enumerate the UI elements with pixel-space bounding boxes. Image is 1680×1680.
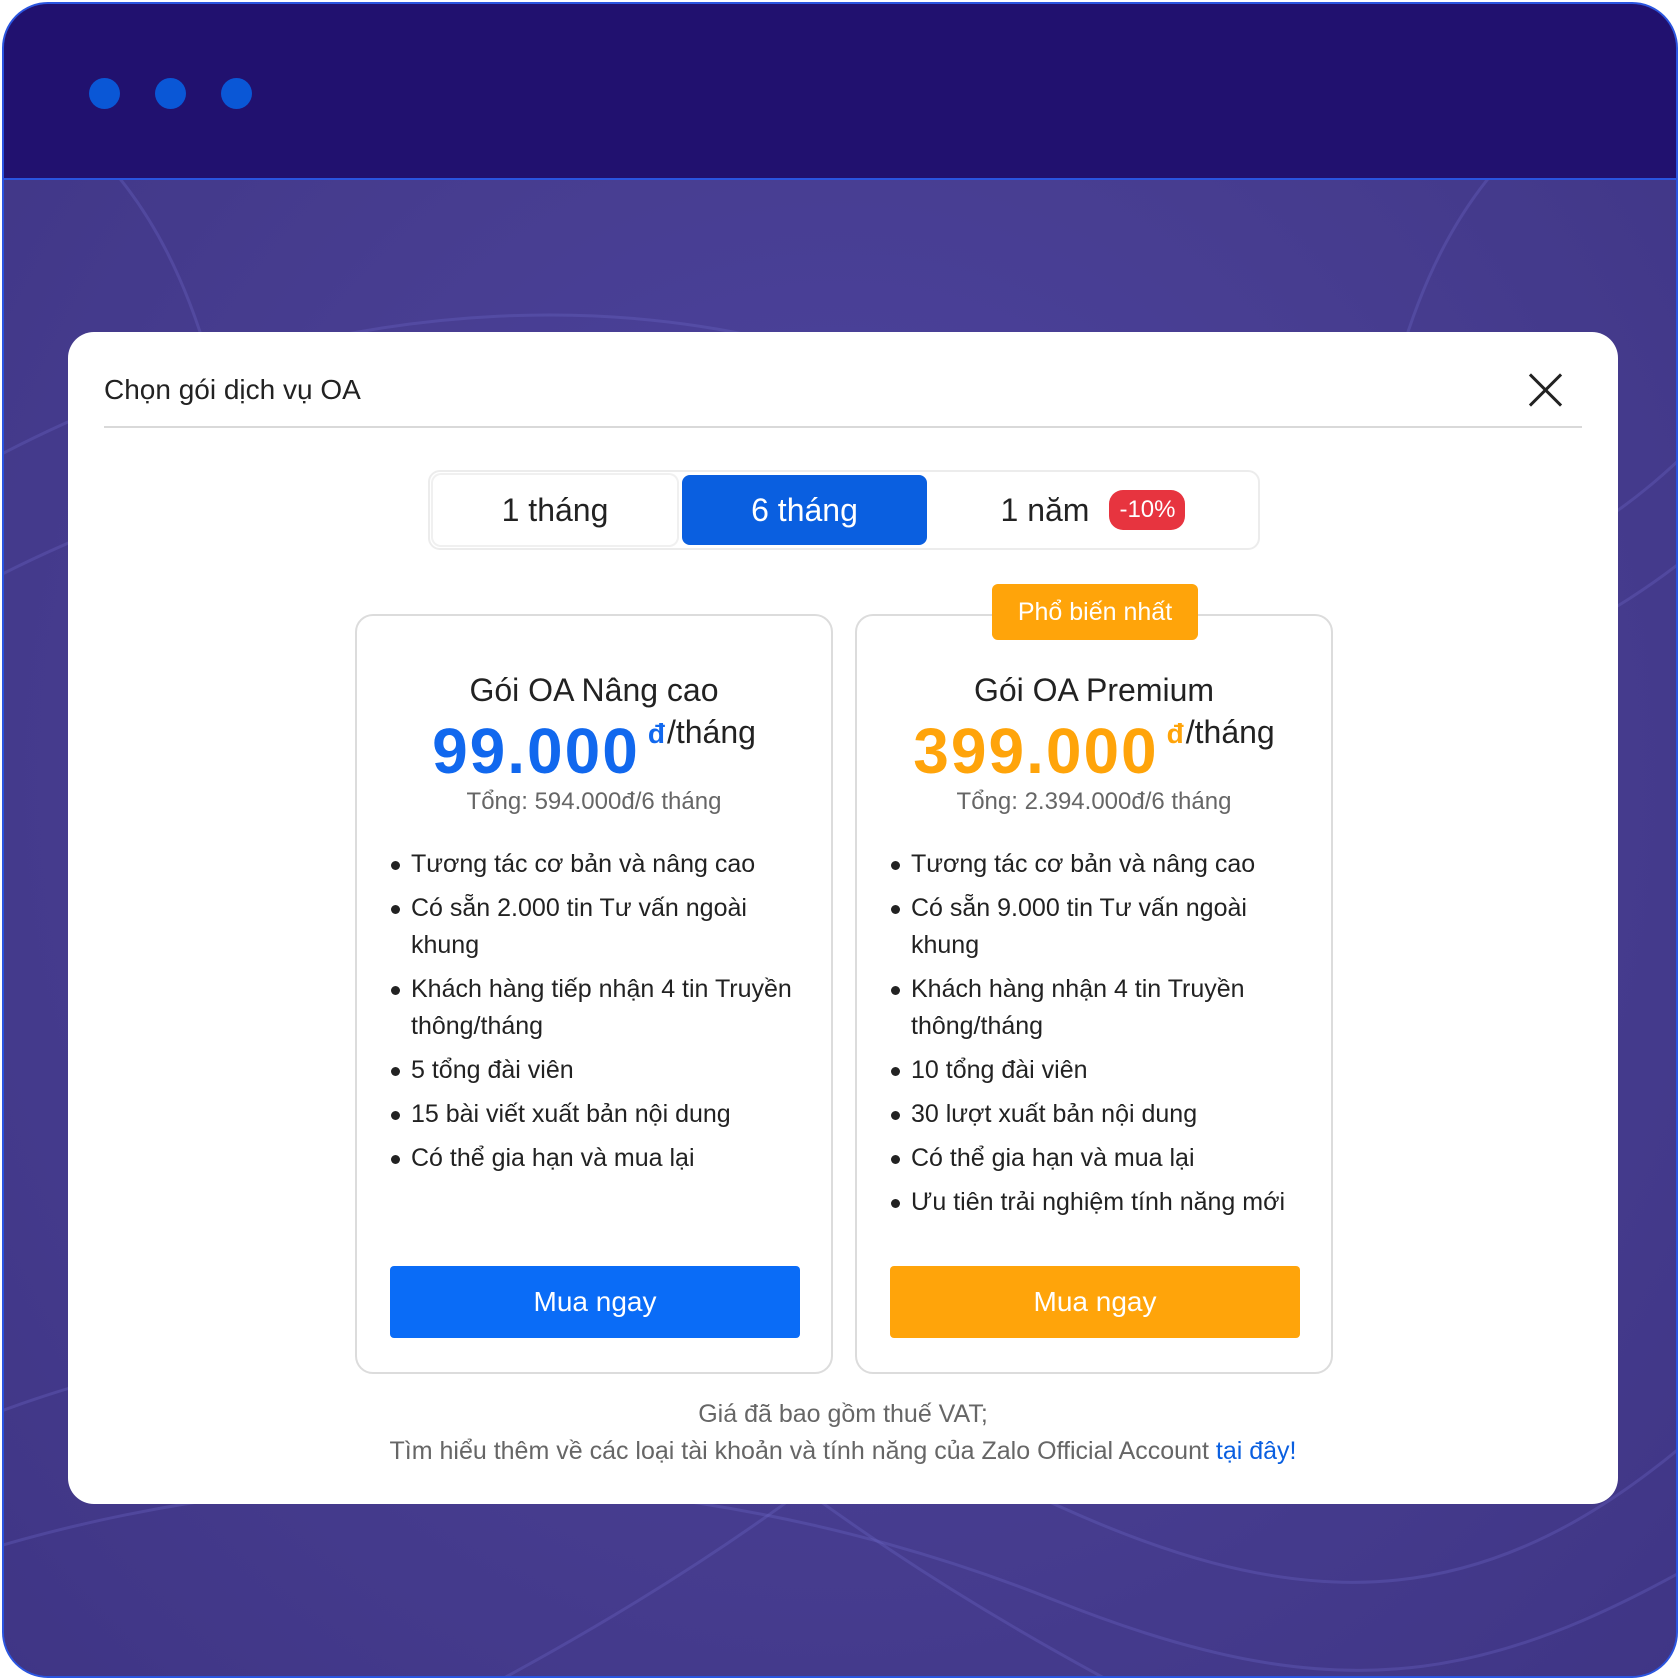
- window-dot-icon[interactable]: [221, 78, 252, 109]
- feature-item: Có thể gia hạn và mua lại: [389, 1140, 811, 1177]
- plan-price: 399.000: [913, 715, 1159, 787]
- tab-label: 1 tháng: [501, 491, 609, 528]
- window-dot-icon[interactable]: [89, 78, 120, 109]
- feature-item: Khách hàng nhận 4 tin Truyền thông/tháng: [889, 971, 1311, 1045]
- plan-card-advanced: Gói OA Nâng cao 99.000 đ /tháng Tổng: 59…: [355, 614, 833, 1374]
- feature-item: Tương tác cơ bản và nâng cao: [889, 846, 1311, 883]
- feature-item: 10 tổng đài viên: [889, 1052, 1311, 1089]
- plan-name: Gói OA Nâng cao: [469, 672, 719, 708]
- feature-list: Tương tác cơ bản và nâng cao Có sẵn 9.00…: [889, 846, 1311, 1228]
- currency-symbol: đ: [647, 718, 665, 749]
- tab-6-months[interactable]: 6 tháng: [682, 475, 927, 545]
- feature-item: Khách hàng tiếp nhận 4 tin Truyền thông/…: [389, 971, 811, 1045]
- plan-card-premium: Phổ biến nhất Gói OA Premium 399.000 đ /…: [855, 584, 1333, 1374]
- window-titlebar: [4, 4, 1676, 180]
- window-dot-icon[interactable]: [155, 78, 186, 109]
- plan-price: 99.000: [432, 715, 640, 787]
- feature-item: 15 bài viết xuất bản nội dung: [389, 1096, 811, 1133]
- most-popular-badge: Phổ biến nhất: [992, 584, 1198, 640]
- browser-window: Chọn gói dịch vụ OA 1 tháng 6 tháng 1 nă…: [2, 2, 1678, 1678]
- plan-total: Tổng: 594.000đ/6 tháng: [466, 788, 722, 815]
- feature-item: 30 lượt xuất bản nội dung: [889, 1096, 1311, 1133]
- discount-badge: -10%: [1109, 490, 1186, 530]
- learn-more-text: Tìm hiểu thêm về các loại tài khoản và t…: [389, 1437, 1216, 1465]
- tab-label: 6 tháng: [751, 491, 858, 528]
- feature-item: Ưu tiên trải nghiệm tính năng mới: [889, 1184, 1311, 1221]
- close-icon[interactable]: [1528, 372, 1564, 408]
- footer-note: Giá đã bao gồm thuế VAT; Tìm hiểu thêm v…: [68, 1396, 1618, 1470]
- learn-more-link[interactable]: tại đây!: [1216, 1437, 1297, 1465]
- modal-title: Chọn gói dịch vụ OA: [104, 374, 361, 405]
- billing-period-tabs: 1 tháng 6 tháng 1 năm -10%: [428, 470, 1260, 550]
- buy-now-button[interactable]: Mua ngay: [390, 1266, 800, 1338]
- currency-symbol: đ: [1166, 718, 1184, 749]
- price-period: /tháng: [1185, 714, 1275, 750]
- plan-total: Tổng: 2.394.000đ/6 tháng: [956, 788, 1232, 815]
- buy-now-button[interactable]: Mua ngay: [890, 1266, 1300, 1338]
- tab-1-year[interactable]: 1 năm -10%: [930, 475, 1256, 545]
- tab-1-month[interactable]: 1 tháng: [433, 475, 677, 545]
- feature-item: Có sẵn 9.000 tin Tư vấn ngoài khung: [889, 890, 1311, 964]
- feature-item: Có thể gia hạn và mua lại: [889, 1140, 1311, 1177]
- feature-item: 5 tổng đài viên: [389, 1052, 811, 1089]
- feature-item: Có sẵn 2.000 tin Tư vấn ngoài khung: [389, 890, 811, 964]
- feature-item: Tương tác cơ bản và nâng cao: [389, 846, 811, 883]
- vat-note: Giá đã bao gồm thuế VAT;: [698, 1400, 988, 1428]
- learn-more-line: Tìm hiểu thêm về các loại tài khoản và t…: [68, 1433, 1618, 1470]
- price-row: 399.000 đ /tháng: [857, 714, 1331, 788]
- price-period: /tháng: [666, 714, 756, 750]
- tab-label: 1 năm: [1000, 491, 1090, 528]
- price-row: 99.000 đ /tháng: [357, 714, 831, 788]
- plan-selection-modal: Chọn gói dịch vụ OA 1 tháng 6 tháng 1 nă…: [68, 332, 1618, 1504]
- plan-name: Gói OA Premium: [973, 672, 1215, 708]
- feature-list: Tương tác cơ bản và nâng cao Có sẵn 2.00…: [389, 846, 811, 1184]
- modal-header: Chọn gói dịch vụ OA: [104, 374, 1582, 428]
